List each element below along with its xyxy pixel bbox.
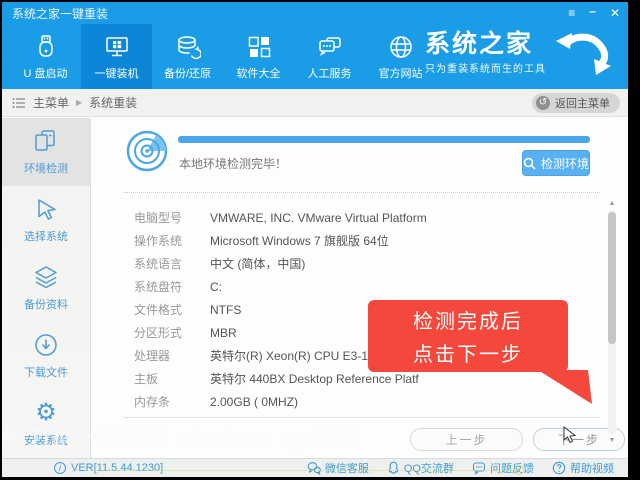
brand-tagline: 只为重装系统而生的工具 [425,60,546,75]
detect-button-label: 检测环境 [541,155,589,172]
scroll-down-icon[interactable]: ▼ [606,437,618,444]
back-arrow-icon: ↺ [536,96,550,110]
detect-progress-bar [178,136,590,143]
tooltip-tail [508,370,608,406]
brand-logo: 系统之家 只为重装系统而生的工具 [425,30,614,76]
mouse-cursor-icon [562,426,578,444]
minimize-icon[interactable]: – [589,2,596,22]
help-circle-icon [552,461,566,475]
status-link-label: QQ交流群 [404,460,454,476]
toolbar-item-support[interactable]: 人工服务 [294,24,365,89]
toolbar-item-label: 备份/还原 [164,65,211,81]
sidebar-item-download-files[interactable]: 下载文件 [2,322,90,390]
toolbar-item-label: 一键装机 [95,65,139,81]
main-toolbar: U 盘启动 一键装机 [2,24,628,89]
status-bar: i VER[11.5.44.1230] 微信客服 QQ交流群 [2,458,628,477]
env-detect-icon [33,128,59,154]
list-icon [12,97,26,109]
info-icon: i [54,462,66,474]
sidebar-item-label: 选择系统 [24,228,68,244]
close-icon[interactable]: ✕ [610,2,620,24]
sidebar-item-label: 下载文件 [24,364,68,380]
sidebar-item-label: 安装系统 [24,432,68,448]
tooltip-line1: 检测完成后 [413,305,523,334]
back-button-label: 返回主菜单 [555,95,610,111]
usb-drive-icon [33,33,59,61]
breadcrumb-root[interactable]: 主菜单 [33,94,69,111]
toolbar-item-label: U 盘启动 [24,65,68,81]
wechat-icon [307,461,321,475]
breadcrumb: 主菜单 ▶ 系统重装 [2,94,137,111]
feedback-bubble-icon [472,461,486,475]
breadcrumb-bar: 主菜单 ▶ 系统重装 ↺ 返回主菜单 [2,89,628,117]
toolbar-item-software[interactable]: 软件大全 [223,24,294,89]
wechat-support-link[interactable]: 微信客服 [307,460,369,476]
scroll-up-icon[interactable]: ▲ [606,200,618,207]
software-grid-icon [246,33,272,61]
sidebar: 环境检测 选择系统 备份资料 [2,118,91,458]
brand-name: 系统之家 [425,31,546,57]
feedback-link[interactable]: 问题反馈 [472,460,534,476]
qq-icon [387,461,400,475]
brand-swoosh-icon [552,30,614,76]
toolbar-item-usb-boot[interactable]: U 盘启动 [10,24,81,89]
toolbar-item-one-key-install[interactable]: 一键装机 [81,24,152,89]
search-icon [523,157,536,170]
table-row: 内存条2.00GB ( 0MHZ) [134,390,554,413]
cursor-select-icon [33,196,59,222]
main-panel: 本地环境检测完毕！ 检测环境 电脑型号VMWARE, INC. VMware V… [92,118,628,458]
status-link-label: 微信客服 [325,460,369,476]
breadcrumb-current: 系统重装 [89,94,137,111]
table-row: 系统盘符C: [134,275,554,298]
tooltip-line2: 点击下一步 [413,338,523,367]
previous-step-button[interactable]: 上一步 [410,428,523,451]
app-window: 系统之家一键重装 ≡ – ✕ U 盘启动 [2,2,628,477]
qq-group-link[interactable]: QQ交流群 [387,460,454,476]
detect-status-text: 本地环境检测完毕！ [179,155,287,172]
support-chat-icon [317,33,343,61]
title-bar: 系统之家一键重装 ≡ – ✕ [2,2,628,24]
table-row: 电脑型号VMWARE, INC. VMware Virtual Platform [134,206,554,229]
version-text: VER[11.5.44.1230] [71,462,163,474]
sidebar-item-backup-data[interactable]: 备份资料 [2,254,90,322]
gear-icon: ⚙ [35,400,57,426]
scrollbar: ▲ ▼ [606,200,618,444]
toolbar-item-backup-restore[interactable]: 备份/还原 [152,24,223,89]
chevron-right-icon: ▶ [76,98,82,107]
toolbar-item-label: 人工服务 [308,65,352,81]
dotted-divider [124,192,600,193]
instruction-tooltip: 检测完成后 点击下一步 [368,300,568,372]
sidebar-item-label: 备份资料 [24,296,68,312]
layers-backup-icon [33,264,59,290]
table-row: 系统语言中文 (简体，中国) [134,252,554,275]
window-title: 系统之家一键重装 [2,5,108,22]
progress-fill [178,136,590,143]
help-video-link[interactable]: 帮助视频 [552,460,614,476]
download-circle-icon [33,332,59,358]
return-main-menu-button[interactable]: ↺ 返回主菜单 [532,93,620,113]
sidebar-item-select-system[interactable]: 选择系统 [2,186,90,254]
detect-environment-button[interactable]: 检测环境 [522,150,590,176]
table-row: 操作系统Microsoft Windows 7 旗舰版 64位 [134,229,554,252]
radar-scan-icon [126,130,168,172]
backup-restore-icon [175,33,201,61]
status-link-label: 帮助视频 [570,460,614,476]
status-link-label: 问题反馈 [490,460,534,476]
sidebar-item-env-detect[interactable]: 环境检测 [2,118,90,186]
sidebar-item-install-system[interactable]: ⚙ 安装系统 [2,390,90,458]
version-info: i VER[11.5.44.1230] [2,462,163,474]
computer-icon [104,33,130,61]
scrollbar-thumb[interactable] [608,212,616,344]
video-frame: 系统之家一键重装 ≡ – ✕ U 盘启动 [0,0,640,480]
sidebar-item-label: 环境检测 [24,160,68,176]
globe-icon [388,33,414,61]
dotted-divider [124,417,600,418]
toolbar-item-label: 软件大全 [237,65,281,81]
menu-icon[interactable]: ≡ [568,2,575,24]
toolbar-item-label: 官方网站 [379,65,423,81]
